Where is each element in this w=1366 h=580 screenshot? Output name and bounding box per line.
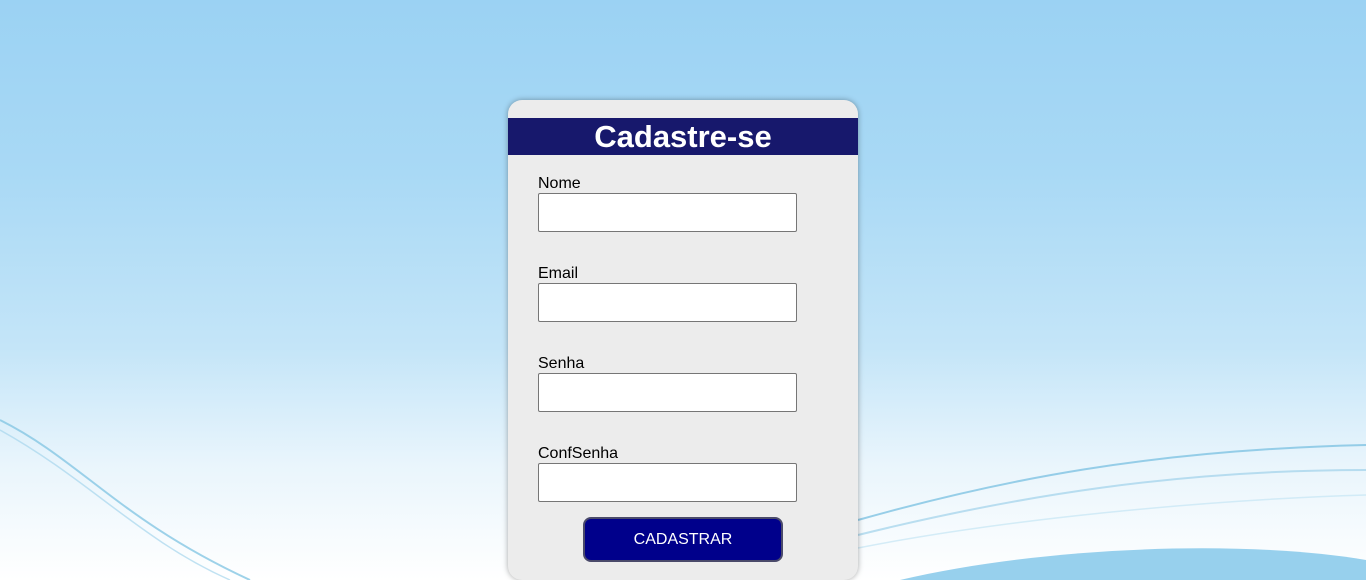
- senha-input[interactable]: [538, 373, 797, 412]
- register-card: Cadastre-se Nome Email Senha ConfSenha C…: [508, 100, 858, 580]
- nome-input[interactable]: [538, 193, 797, 232]
- confsenha-input[interactable]: [538, 463, 797, 502]
- nome-label: Nome: [538, 175, 581, 192]
- form-title: Cadastre-se: [508, 118, 858, 155]
- confsenha-label: ConfSenha: [538, 445, 619, 462]
- cadastrar-button[interactable]: CADASTRAR: [583, 517, 783, 562]
- email-label: Email: [538, 265, 579, 282]
- senha-label: Senha: [538, 355, 585, 372]
- email-input[interactable]: [538, 283, 797, 322]
